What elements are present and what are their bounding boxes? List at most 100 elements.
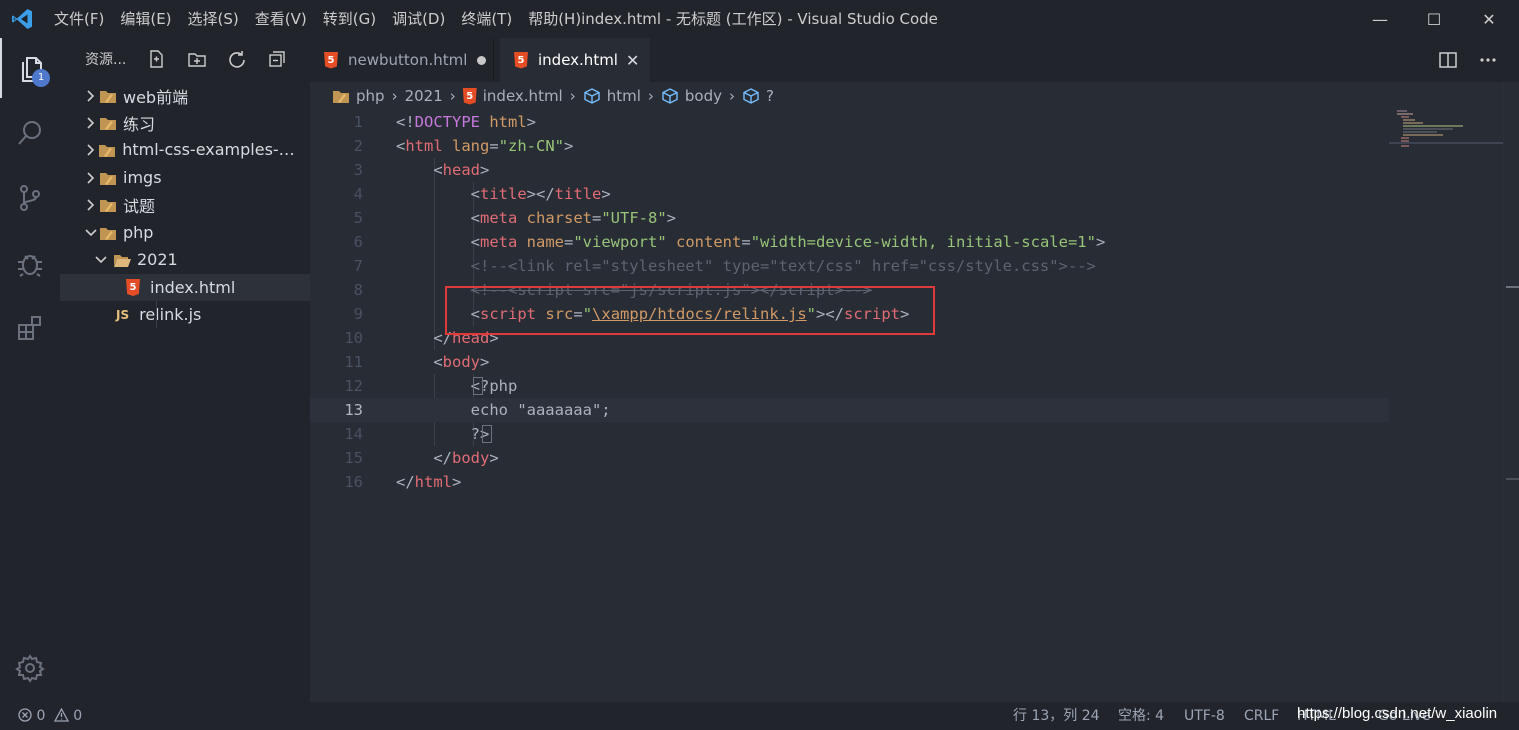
maximize-button[interactable]: ☐ <box>1411 0 1457 38</box>
symbol-cube-icon <box>583 87 601 105</box>
minimize-button[interactable]: — <box>1357 0 1403 38</box>
folder-icon <box>99 196 117 214</box>
source-control-activity[interactable] <box>0 168 60 228</box>
tree-item-web-frontend[interactable]: web前端 <box>60 82 310 109</box>
tree-item-2021[interactable]: 2021 <box>60 246 310 273</box>
tree-item-label: 2021 <box>137 250 178 269</box>
code-line: 14 ?> <box>344 425 490 443</box>
explorer-activity[interactable]: 1 <box>0 38 60 98</box>
breadcrumb-php[interactable]: php <box>332 87 385 105</box>
tree-item-practice[interactable]: 练习 <box>60 109 310 136</box>
html5-icon: 5 <box>462 87 477 105</box>
close-window-button[interactable]: ✕ <box>1466 0 1512 38</box>
menu-edit[interactable]: 编辑(E) <box>112 0 179 38</box>
folder-icon <box>98 141 116 159</box>
debug-icon <box>18 255 42 277</box>
collapse-all-button[interactable] <box>266 48 288 70</box>
warning-count: 0 <box>73 708 83 724</box>
code-line: 11 <body> <box>344 353 490 371</box>
html5-icon: 5 <box>514 51 528 69</box>
vertical-scrollbar[interactable] <box>1503 82 1519 702</box>
breadcrumb-label: index.html <box>482 87 563 105</box>
extensions-icon <box>18 316 41 340</box>
tree-item-php[interactable]: php <box>60 219 310 246</box>
tree-item-index-html[interactable]: 5 index.html <box>60 274 310 301</box>
code-line: 6 <meta name="viewport" content="width=d… <box>353 233 1106 251</box>
menu-go[interactable]: 转到(G) <box>315 0 384 38</box>
annotation-highlight-box <box>445 286 935 335</box>
split-editor-button[interactable] <box>1436 48 1460 72</box>
tab-index-html[interactable]: 5 index.html ✕ <box>500 38 650 82</box>
error-count: 0 <box>36 708 46 724</box>
chevron-right-icon <box>83 115 99 131</box>
breadcrumb-label: body <box>684 87 723 105</box>
problems-indicator[interactable]: 0 0 <box>18 702 82 730</box>
settings-activity[interactable] <box>0 638 60 698</box>
menu-help[interactable]: 帮助(H) <box>520 0 589 38</box>
javascript-icon: JS <box>116 307 130 322</box>
tree-item-html-css-examples[interactable]: html-css-examples-ma... <box>60 136 310 163</box>
code-line-current: 13 echo "aaaaaaa"; <box>310 398 1389 422</box>
search-icon <box>18 121 41 145</box>
ellipsis-icon <box>1480 58 1496 62</box>
tree-item-label: php <box>123 223 154 242</box>
breadcrumb-index-html[interactable]: 5 index.html <box>462 87 563 105</box>
code-line: 12 <?php <box>344 377 518 395</box>
menu-view[interactable]: 查看(V) <box>247 0 315 38</box>
tree-item-label: html-css-examples-ma... <box>122 140 310 159</box>
more-actions-button[interactable] <box>1476 48 1500 72</box>
tree-item-label: index.html <box>150 278 236 297</box>
tree-item-label: 练习 <box>123 114 156 134</box>
extensions-activity[interactable] <box>0 298 60 358</box>
scroll-cursor-marker <box>1506 286 1519 288</box>
menu-selection[interactable]: 选择(S) <box>180 0 247 38</box>
tab-newbutton-html[interactable]: 5 newbutton.html <box>310 38 494 82</box>
gear-icon <box>15 654 45 683</box>
code-line: 2 <html lang="zh-CN"> <box>353 137 574 155</box>
error-icon <box>18 708 32 722</box>
symbol-cube-icon <box>661 87 679 105</box>
tree-item-label: 试题 <box>123 196 156 216</box>
breadcrumb-html[interactable]: html <box>583 87 641 105</box>
indentation-setting[interactable]: 空格: 4 <box>1118 702 1164 730</box>
tree-item-relink-js[interactable]: JS relink.js <box>60 301 310 328</box>
menu-terminal[interactable]: 终端(T) <box>453 0 520 38</box>
breadcrumb-unknown[interactable]: ? <box>742 87 774 105</box>
code-editor[interactable]: 1 <!DOCTYPE html> 2 <html lang="zh-CN"> 3 … <box>310 110 1519 702</box>
html5-icon: 5 <box>126 279 140 296</box>
title-bar: 文件(F) 编辑(E) 选择(S) 查看(V) 转到(G) 调试(D) 终端(T… <box>0 0 1519 38</box>
chevron-down-icon <box>83 225 99 241</box>
breadcrumb-label: 2021 <box>404 87 443 105</box>
new-file-button[interactable] <box>145 48 167 70</box>
code-line: 5 <meta charset="UTF-8"> <box>353 209 677 227</box>
breadcrumb-body[interactable]: body <box>661 87 722 105</box>
code-line: 1 <!DOCTYPE html> <box>353 113 537 131</box>
menu-debug[interactable]: 调试(D) <box>384 0 453 38</box>
tree-item-exam[interactable]: 试题 <box>60 191 310 218</box>
symbol-cube-icon <box>742 87 760 105</box>
cursor-position[interactable]: 行 13，列 24 <box>1013 702 1100 730</box>
folder-icon <box>99 169 117 187</box>
tree-item-imgs[interactable]: imgs <box>60 164 310 191</box>
menu-file[interactable]: 文件(F) <box>46 0 112 38</box>
encoding-setting[interactable]: UTF-8 <box>1184 702 1225 730</box>
new-file-icon <box>150 50 163 68</box>
eol-setting[interactable]: CRLF <box>1244 702 1279 730</box>
close-tab-icon[interactable]: ✕ <box>626 51 639 70</box>
refresh-icon <box>229 51 245 68</box>
search-activity[interactable] <box>0 103 60 163</box>
sidebar-title: 资源... <box>85 52 127 68</box>
scroll-marker <box>1506 478 1519 480</box>
html5-icon: 5 <box>324 51 338 69</box>
folder-icon <box>99 87 117 105</box>
folder-icon <box>99 114 117 132</box>
new-folder-button[interactable] <box>186 48 208 70</box>
debug-activity[interactable] <box>0 233 60 293</box>
warning-icon <box>53 707 69 722</box>
menu-bar: 文件(F) 编辑(E) 选择(S) 查看(V) 转到(G) 调试(D) 终端(T… <box>46 0 589 38</box>
breadcrumb-2021[interactable]: 2021 <box>405 87 443 105</box>
bracket-match-marker <box>473 377 483 395</box>
refresh-button[interactable] <box>226 48 248 70</box>
breadcrumb-separator-icon: › <box>647 87 654 105</box>
minimap[interactable] <box>1389 110 1504 150</box>
